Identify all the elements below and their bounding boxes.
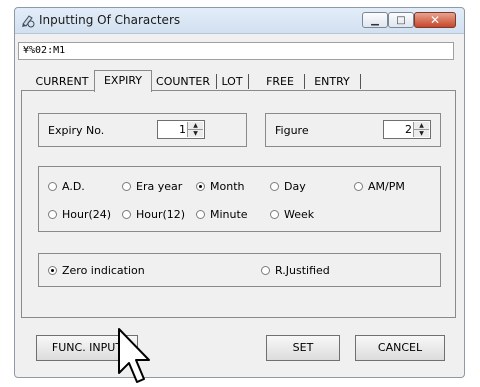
mouse-pointer-icon — [118, 328, 150, 383]
radio-icon — [354, 182, 363, 191]
date-unit-group: A.D. Era year Month Day AM/PM Hour(24) H… — [38, 166, 441, 232]
radio-week[interactable]: Week — [270, 208, 314, 221]
character-input-field[interactable]: ¥%02:M1 — [18, 42, 454, 60]
radio-minute[interactable]: Minute — [196, 208, 248, 221]
tab-current[interactable]: CURRENT — [32, 73, 92, 90]
expiry-no-group: Expiry No. 1 ▲ ▼ — [38, 113, 247, 147]
close-button[interactable]: ✕ — [414, 12, 456, 28]
spin-down-icon[interactable]: ▼ — [188, 130, 203, 137]
radio-label: AM/PM — [368, 180, 405, 193]
radio-icon — [122, 182, 131, 191]
tab-separator — [248, 74, 249, 89]
radio-label: Week — [284, 208, 315, 221]
spin-down-icon[interactable]: ▼ — [414, 130, 429, 137]
radio-icon — [270, 182, 279, 191]
radio-ad[interactable]: A.D. — [48, 180, 85, 193]
window-title: Inputting Of Characters — [39, 13, 181, 27]
expiry-no-value: 1 — [179, 123, 186, 136]
maximize-icon: □ — [396, 14, 406, 26]
cancel-button[interactable]: CANCEL — [355, 335, 445, 361]
radio-zero-indication[interactable]: Zero indication — [48, 264, 145, 277]
radio-label: Hour(12) — [136, 208, 186, 221]
figure-group: Figure 2 ▲ ▼ — [265, 113, 441, 147]
radio-icon — [48, 210, 57, 219]
radio-label: Era year — [136, 180, 183, 193]
tab-separator — [304, 74, 305, 89]
spin-up-icon[interactable]: ▲ — [414, 122, 429, 130]
radio-r-justified[interactable]: R.Justified — [261, 264, 330, 277]
expiry-no-label: Expiry No. — [48, 124, 105, 137]
tab-separator — [216, 74, 217, 89]
tab-free[interactable]: FREE — [260, 73, 300, 90]
spinner-arrows[interactable]: ▲ ▼ — [187, 122, 203, 137]
radio-am-pm[interactable]: AM/PM — [354, 180, 405, 193]
radio-icon — [261, 266, 270, 275]
radio-day[interactable]: Day — [270, 180, 306, 193]
radio-label: Minute — [210, 208, 248, 221]
close-icon: ✕ — [429, 13, 441, 27]
radio-hour-24[interactable]: Hour(24) — [48, 208, 111, 221]
minimize-icon: ▁ — [371, 14, 379, 26]
maximize-button[interactable]: □ — [388, 12, 414, 28]
radio-icon — [270, 210, 279, 219]
radio-month[interactable]: Month — [196, 180, 244, 193]
radio-label: Day — [284, 180, 306, 193]
figure-label: Figure — [275, 124, 309, 137]
expiry-no-spinner[interactable]: 1 ▲ ▼ — [157, 120, 205, 139]
radio-label: A.D. — [62, 180, 85, 193]
radio-hour-12[interactable]: Hour(12) — [122, 208, 185, 221]
radio-label: Hour(24) — [62, 208, 112, 221]
tab-counter[interactable]: COUNTER — [152, 73, 214, 90]
figure-value: 2 — [405, 123, 412, 136]
tab-expiry[interactable]: EXPIRY — [94, 70, 152, 92]
radio-label: R.Justified — [275, 264, 330, 277]
tab-separator — [360, 74, 361, 89]
minimize-button[interactable]: ▁ — [362, 12, 388, 28]
radio-icon — [196, 182, 205, 191]
app-icon — [22, 15, 35, 28]
spinner-arrows[interactable]: ▲ ▼ — [413, 122, 429, 137]
title-bar: Inputting Of Characters ▁ □ ✕ — [15, 8, 464, 34]
spin-up-icon[interactable]: ▲ — [188, 122, 203, 130]
radio-label: Zero indication — [62, 264, 145, 277]
radio-era-year[interactable]: Era year — [122, 180, 182, 193]
set-button[interactable]: SET — [266, 335, 340, 361]
tab-lot[interactable]: LOT — [218, 73, 246, 90]
radio-icon — [48, 182, 57, 191]
tab-entry[interactable]: ENTRY — [308, 73, 356, 90]
expiry-panel: Expiry No. 1 ▲ ▼ Figure 2 ▲ ▼ A.D. Era y… — [21, 90, 456, 318]
radio-icon — [48, 266, 57, 275]
radio-label: Month — [210, 180, 245, 193]
radio-icon — [196, 210, 205, 219]
justify-group: Zero indication R.Justified — [38, 253, 441, 287]
radio-icon — [122, 210, 131, 219]
figure-spinner[interactable]: 2 ▲ ▼ — [383, 120, 431, 139]
